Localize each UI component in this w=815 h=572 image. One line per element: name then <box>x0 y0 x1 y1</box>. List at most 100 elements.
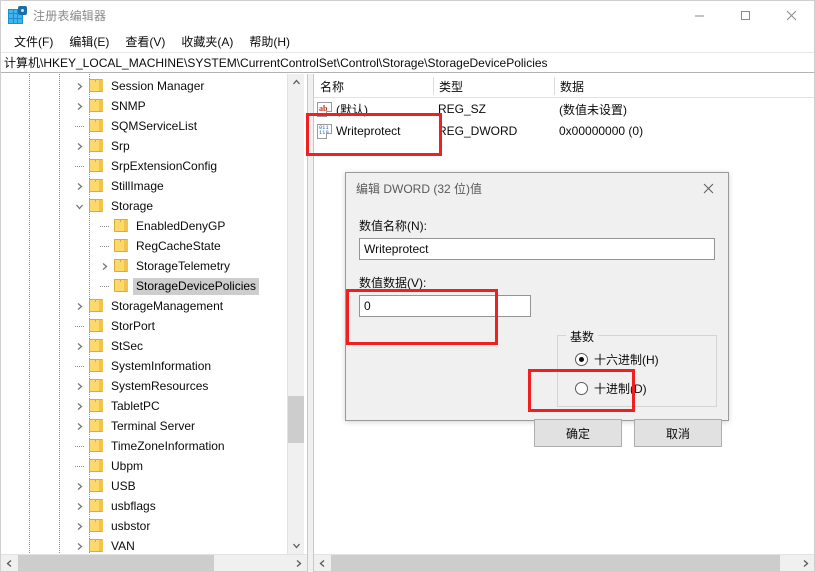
tree-item-usb[interactable]: USB <box>1 476 307 496</box>
pane-splitter[interactable] <box>307 74 314 572</box>
chevron-right-icon[interactable] <box>71 336 87 356</box>
tree-connector <box>75 166 84 167</box>
chevron-right-icon[interactable] <box>71 96 87 116</box>
tree-item-label: SystemInformation <box>111 358 212 373</box>
folder-icon <box>89 159 105 173</box>
radio-hexadecimal[interactable]: 十六进制(H) <box>575 351 716 368</box>
tree-item-enableddenygp[interactable]: EnabledDenyGP <box>1 216 307 236</box>
tree-item-ubpm[interactable]: Ubpm <box>1 456 307 476</box>
scroll-right-arrow[interactable] <box>290 555 307 572</box>
title-bar: 注册表编辑器 <box>1 1 814 30</box>
tree-item-storagemanagement[interactable]: StorageManagement <box>1 296 307 316</box>
maximize-button[interactable] <box>722 1 768 30</box>
folder-icon <box>89 399 105 413</box>
chevron-right-icon[interactable] <box>71 136 87 156</box>
value-row[interactable]: 011 110 Writeprotect REG_DWORD 0x00000000 (0… <box>314 120 814 142</box>
tree-item-snmp[interactable]: SNMP <box>1 96 307 116</box>
value-name-cell: (默认) <box>336 102 368 117</box>
tree-item-systeminformation[interactable]: SystemInformation <box>1 356 307 376</box>
value-name-input[interactable]: Writeprotect <box>359 238 715 260</box>
base-group-label: 基数 <box>566 328 599 345</box>
chevron-right-icon[interactable] <box>71 396 87 416</box>
tree-item-storage[interactable]: Storage <box>1 196 307 216</box>
value-data-input[interactable]: 0 <box>359 295 531 317</box>
chevron-right-icon[interactable] <box>71 476 87 496</box>
menu-view[interactable]: 查看(V) <box>117 31 173 52</box>
tree-item-stillimage[interactable]: StillImage <box>1 176 307 196</box>
menu-edit[interactable]: 编辑(E) <box>61 31 117 52</box>
radio-decimal[interactable]: 十进制(D) <box>575 380 716 397</box>
registry-path: 计算机\HKEY_LOCAL_MACHINE\SYSTEM\CurrentCon… <box>4 56 548 70</box>
registry-tree[interactable]: Session Manager SNMP SQMServiceList Srp SrpE… <box>1 74 307 554</box>
tree-item-usbstor[interactable]: usbstor <box>1 516 307 536</box>
radio-hexadecimal-label: 十六进制(H) <box>594 353 659 367</box>
value-row[interactable]: ab (默认) REG_SZ (数值未设置) <box>314 98 814 120</box>
scroll-right-arrow[interactable] <box>797 555 814 572</box>
registry-editor-window: 注册表编辑器 文件(F) 编辑(E) 查看(V) 收藏夹(A) 帮助(H) 计算… <box>0 0 815 572</box>
tree-item-sqmservicelist[interactable]: SQMServiceList <box>1 116 307 136</box>
tree-item-systemresources[interactable]: SystemResources <box>1 376 307 396</box>
menu-file[interactable]: 文件(F) <box>6 31 61 52</box>
chevron-right-icon[interactable] <box>71 536 87 554</box>
tree-item-timezoneinformation[interactable]: TimeZoneInformation <box>1 436 307 456</box>
column-header-type[interactable]: 类型 <box>433 74 554 98</box>
tree-item-storagedevicepolicies[interactable]: StorageDevicePolicies <box>1 276 307 296</box>
values-list[interactable]: ab (默认) REG_SZ (数值未设置) 011 110 Writeprotect REG… <box>314 98 814 142</box>
chevron-right-icon[interactable] <box>71 296 87 316</box>
chevron-down-icon[interactable] <box>71 196 87 216</box>
tree-item-van[interactable]: VAN <box>1 536 307 554</box>
folder-icon <box>89 459 105 473</box>
tree-item-label: Srp <box>111 138 130 153</box>
column-header-data[interactable]: 数据 <box>554 74 754 98</box>
scroll-up-arrow[interactable] <box>288 74 305 91</box>
values-horizontal-scrollbar[interactable] <box>314 554 814 571</box>
folder-icon <box>89 119 105 133</box>
scroll-down-arrow[interactable] <box>288 537 305 554</box>
folder-icon <box>114 279 130 293</box>
dialog-title-bar: 编辑 DWORD (32 位)值 <box>346 173 728 203</box>
scroll-thumb[interactable] <box>331 555 780 571</box>
tree-item-label: StillImage <box>111 178 164 193</box>
tree-horizontal-scrollbar[interactable] <box>1 554 307 571</box>
tree-item-srpextensionconfig[interactable]: SrpExtensionConfig <box>1 156 307 176</box>
tree-item-regcachestate[interactable]: RegCacheState <box>1 236 307 256</box>
tree-item-label: SQMServiceList <box>111 118 198 133</box>
tree-vertical-scrollbar[interactable] <box>287 74 304 554</box>
chevron-right-icon[interactable] <box>71 516 87 536</box>
tree-item-label: Session Manager <box>111 78 205 93</box>
chevron-right-icon[interactable] <box>71 176 87 196</box>
tree-item-srp[interactable]: Srp <box>1 136 307 156</box>
menu-favorites[interactable]: 收藏夹(A) <box>173 31 241 52</box>
scroll-thumb[interactable] <box>18 555 214 571</box>
tree-item-usbflags[interactable]: usbflags <box>1 496 307 516</box>
tree-item-label: StorageManagement <box>111 298 224 313</box>
menu-help[interactable]: 帮助(H) <box>241 31 298 52</box>
tree-item-storport[interactable]: StorPort <box>1 316 307 336</box>
minimize-button[interactable] <box>676 1 722 30</box>
base-group: 基数 十六进制(H) 十进制(D) <box>557 328 717 407</box>
chevron-right-icon[interactable] <box>71 496 87 516</box>
tree-item-tabletpc[interactable]: TabletPC <box>1 396 307 416</box>
chevron-right-icon[interactable] <box>71 76 87 96</box>
tree-item-label: EnabledDenyGP <box>136 218 226 233</box>
chevron-right-icon[interactable] <box>71 376 87 396</box>
folder-icon <box>114 219 130 233</box>
close-button[interactable] <box>768 1 814 30</box>
chevron-right-icon[interactable] <box>71 416 87 436</box>
ok-button[interactable]: 确定 <box>534 419 622 447</box>
scroll-left-arrow[interactable] <box>1 555 18 572</box>
tree-item-label: TimeZoneInformation <box>111 438 225 453</box>
tree-item-label: StorPort <box>111 318 156 333</box>
dialog-close-button[interactable] <box>688 173 728 203</box>
scroll-left-arrow[interactable] <box>314 555 331 572</box>
cancel-button[interactable]: 取消 <box>634 419 722 447</box>
tree-item-terminal-server[interactable]: Terminal Server <box>1 416 307 436</box>
tree-item-stsec[interactable]: StSec <box>1 336 307 356</box>
scroll-thumb[interactable] <box>288 396 304 443</box>
chevron-right-icon[interactable] <box>96 256 112 276</box>
address-bar[interactable]: 计算机\HKEY_LOCAL_MACHINE\SYSTEM\CurrentCon… <box>1 52 814 73</box>
column-header-name[interactable]: 名称 <box>314 74 433 98</box>
folder-icon <box>89 419 105 433</box>
tree-item-session-manager[interactable]: Session Manager <box>1 76 307 96</box>
tree-item-storagetelemetry[interactable]: StorageTelemetry <box>1 256 307 276</box>
